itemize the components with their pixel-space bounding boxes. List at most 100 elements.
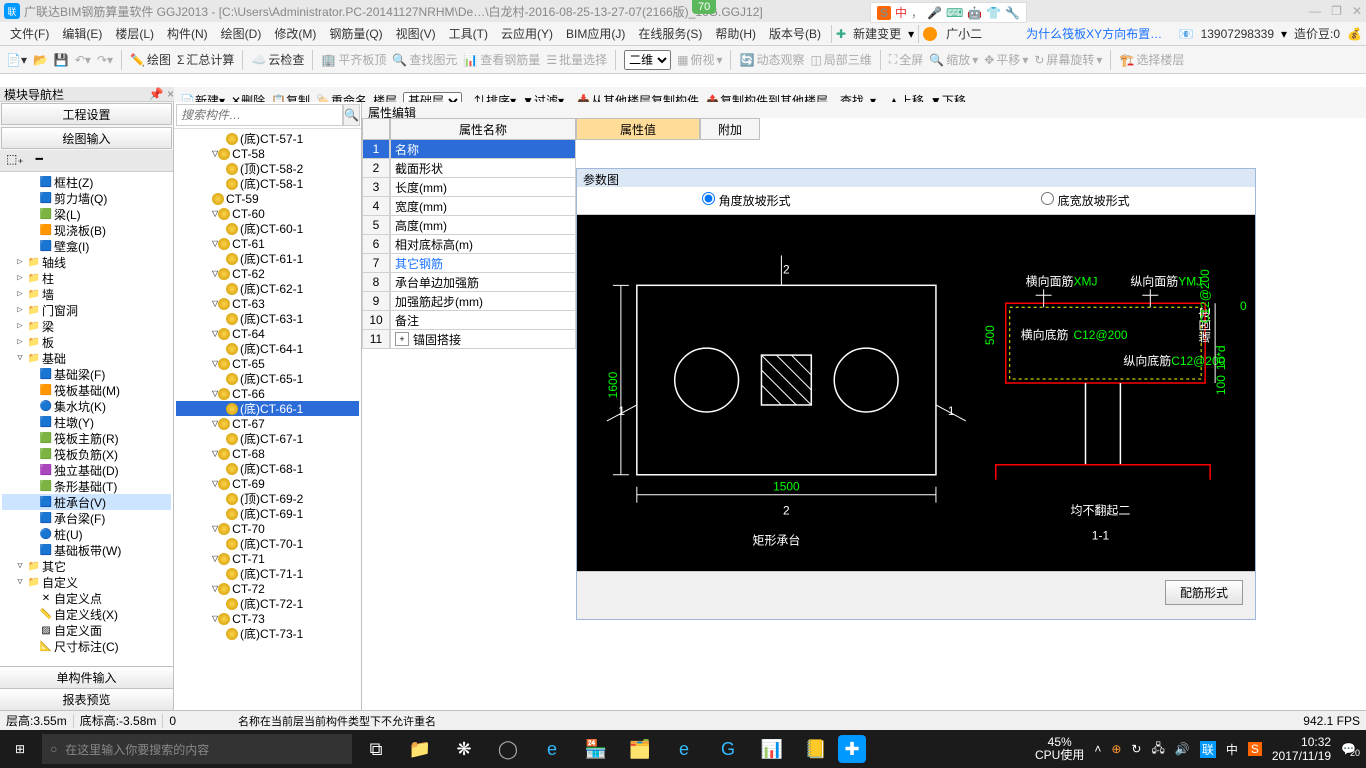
menu-online[interactable]: 在线服务(S) <box>632 23 708 44</box>
component-tree-item[interactable]: (底)CT-61-1 <box>176 251 359 266</box>
ime-punct[interactable]: ， <box>911 4 923 21</box>
undo-button[interactable]: ↶▾ <box>75 53 91 67</box>
tray-cloud-icon[interactable]: ↻ <box>1131 742 1141 756</box>
rebar-form-button[interactable]: 配筋形式 <box>1165 580 1243 605</box>
nav-tree-item[interactable]: 🔵集水坑(K) <box>2 398 171 414</box>
component-tree-item[interactable]: (底)CT-65-1 <box>176 371 359 386</box>
flat-top-button[interactable]: 🏢平齐板顶 <box>321 51 386 68</box>
component-tree-item[interactable]: (底)CT-68-1 <box>176 461 359 476</box>
nav-tree-item[interactable]: 🟦剪力墙(Q) <box>2 190 171 206</box>
find-element-button[interactable]: 🔍查找图元 <box>392 51 457 68</box>
nav-tree-item[interactable]: 🟦框柱(Z) <box>2 174 171 190</box>
nav-tree-item[interactable]: ▷📁墙 <box>2 286 171 302</box>
menu-floor[interactable]: 楼层(L) <box>109 23 160 44</box>
menu-component[interactable]: 构件(N) <box>161 23 214 44</box>
menu-edit[interactable]: 编辑(E) <box>56 23 108 44</box>
user-label[interactable]: 广小二 <box>940 23 988 44</box>
ime-tools-icon[interactable]: 🔧 <box>1005 6 1020 20</box>
nav-tree-item[interactable]: 🟦柱墩(Y) <box>2 414 171 430</box>
menu-bim[interactable]: BIM应用(J) <box>560 23 631 44</box>
start-button[interactable]: ⊞ <box>0 742 40 756</box>
tray-up-icon[interactable]: ˄ <box>1094 742 1101 756</box>
component-tree-item[interactable]: ▽CT-71 <box>176 551 359 566</box>
component-tree-item[interactable]: (底)CT-73-1 <box>176 626 359 641</box>
pin-icon[interactable]: 📌 × <box>149 87 174 101</box>
component-tree-item[interactable]: ▽CT-66 <box>176 386 359 401</box>
col-value[interactable]: 属性值 <box>576 118 700 140</box>
nav-tree-item[interactable]: ▽📁其它 <box>2 558 171 574</box>
component-tree[interactable]: (底)CT-57-1▽CT-58(顶)CT-58-2(底)CT-58-1CT-5… <box>174 129 361 710</box>
angle-slope-radio[interactable]: 角度放坡形式 <box>702 192 790 209</box>
component-tree-item[interactable]: ▽CT-68 <box>176 446 359 461</box>
nav-tree-item[interactable]: 🟩筏板主筋(R) <box>2 430 171 446</box>
component-tree-item[interactable]: (底)CT-64-1 <box>176 341 359 356</box>
component-tree-item[interactable]: CT-59 <box>176 191 359 206</box>
restore-button[interactable]: ❐ <box>1331 4 1342 18</box>
component-tree-item[interactable]: ▽CT-62 <box>176 266 359 281</box>
collapse-all-tab[interactable]: ━ <box>30 150 49 171</box>
component-tree-item[interactable]: (底)CT-72-1 <box>176 596 359 611</box>
nav-tree[interactable]: 🟦框柱(Z)🟦剪力墙(Q)🟩梁(L)🟧现浇板(B)🟦壁龛(I)▷📁轴线▷📁柱▷📁… <box>0 172 173 666</box>
nav-tree-item[interactable]: ▽📁自定义 <box>2 574 171 590</box>
fullscreen-button[interactable]: ⛶全屏 <box>889 51 923 68</box>
nav-tree-item[interactable]: ▽📁基础 <box>2 350 171 366</box>
tray-volume-icon[interactable]: 🔊 <box>1175 742 1190 756</box>
nav-tree-item[interactable]: 🟧筏板基础(M) <box>2 382 171 398</box>
save-button[interactable]: 💾 <box>54 53 69 67</box>
app-ie-icon[interactable]: e <box>662 730 706 768</box>
batch-select-button[interactable]: ☰批量选择 <box>546 51 607 68</box>
cloud-check-button[interactable]: ☁️云检查 <box>251 51 304 68</box>
component-tree-item[interactable]: (底)CT-67-1 <box>176 431 359 446</box>
sum-button[interactable]: Σ 汇总计算 <box>177 51 234 68</box>
app-files-icon[interactable]: 🗂️ <box>618 730 662 768</box>
nav-tree-item[interactable]: 🟩筏板负筋(X) <box>2 446 171 462</box>
beans-label[interactable]: 造价豆:0 <box>1288 23 1346 44</box>
nav-tree-item[interactable]: 🟧现浇板(B) <box>2 222 171 238</box>
zoom-button[interactable]: 🔍缩放▾ <box>929 51 978 68</box>
select-floor-button[interactable]: 🏗️选择楼层 <box>1119 51 1184 68</box>
nav-tree-item[interactable]: 🟩条形基础(T) <box>2 478 171 494</box>
redo-button[interactable]: ↷▾ <box>97 53 113 67</box>
draw-input-button[interactable]: 绘图输入 <box>1 127 172 149</box>
minimize-button[interactable]: — <box>1309 4 1321 18</box>
menu-view[interactable]: 视图(V) <box>390 23 442 44</box>
nav-tree-item[interactable]: 🟦基础梁(F) <box>2 366 171 382</box>
cpu-meter[interactable]: 45%CPU使用 <box>1035 736 1084 762</box>
nav-tree-item[interactable]: 🔵桩(U) <box>2 526 171 542</box>
component-tree-item[interactable]: ▽CT-70 <box>176 521 359 536</box>
open-file-button[interactable]: 📂 <box>33 53 48 67</box>
topview-button[interactable]: ▦俯视▾ <box>677 51 722 68</box>
nav-tree-item[interactable]: ▷📁柱 <box>2 270 171 286</box>
new-change-button[interactable]: 新建变更 <box>847 23 907 44</box>
tray-sogou-icon[interactable]: S <box>1248 742 1262 756</box>
new-file-button[interactable]: 📄▾ <box>6 53 27 67</box>
local-3d-button[interactable]: ◫局部三维 <box>810 51 871 68</box>
view-rebar-button[interactable]: 📊查看钢筋量 <box>463 51 540 68</box>
component-tree-item[interactable]: ▽CT-73 <box>176 611 359 626</box>
app-fan-icon[interactable]: ❋ <box>442 730 486 768</box>
close-button[interactable]: ✕ <box>1352 4 1362 18</box>
menu-help[interactable]: 帮助(H) <box>709 23 762 44</box>
nav-tree-item[interactable]: 🟩梁(L) <box>2 206 171 222</box>
search-input[interactable] <box>176 104 343 126</box>
menu-version[interactable]: 版本号(B) <box>763 23 827 44</box>
app-store-icon[interactable]: 🏪 <box>574 730 618 768</box>
col-addon[interactable]: 附加 <box>700 118 760 140</box>
component-tree-item[interactable]: ▽CT-72 <box>176 581 359 596</box>
report-preview-button[interactable]: 报表预览 <box>0 688 173 710</box>
ime-keyboard-icon[interactable]: ⌨ <box>946 6 963 20</box>
ime-voice-icon[interactable]: 🎤 <box>927 6 942 20</box>
notification-icon[interactable]: 💬20 <box>1341 742 1356 756</box>
ime-bar[interactable]: S 中 ， 🎤 ⌨ 🤖 👕 🔧 <box>870 2 1027 23</box>
app-edge-icon[interactable]: e <box>530 730 574 768</box>
phone-label[interactable]: 13907298339 <box>1195 25 1280 43</box>
task-view-button[interactable]: ⧉ <box>354 730 398 768</box>
nav-tree-item[interactable]: ▷📁门窗洞 <box>2 302 171 318</box>
help-link[interactable]: 为什么筏板XY方向布置… <box>1020 23 1168 44</box>
nav-tree-item[interactable]: 🟦桩承台(V) <box>2 494 171 510</box>
rotate-button[interactable]: ↻屏幕旋转▾ <box>1034 51 1102 68</box>
ime-lang[interactable]: 中 <box>895 4 907 21</box>
nav-tree-item[interactable]: ▷📁梁 <box>2 318 171 334</box>
tray-ime-icon[interactable]: 中 <box>1226 741 1238 758</box>
app-calc-icon[interactable]: 📊 <box>750 730 794 768</box>
